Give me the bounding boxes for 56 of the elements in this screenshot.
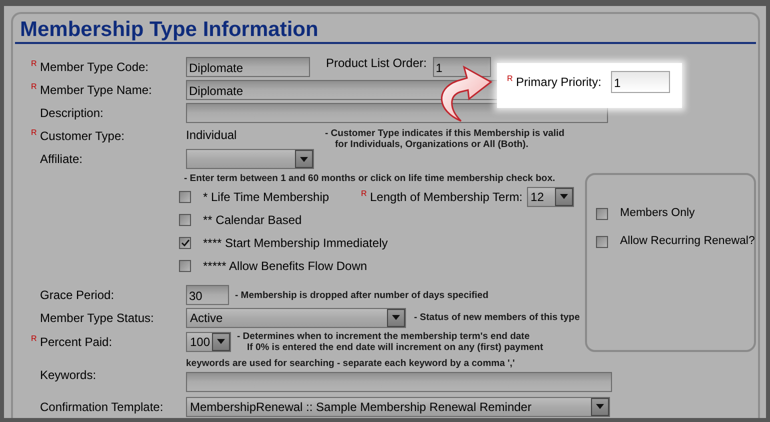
hint-text: - Membership is dropped after number of days specified [235, 290, 488, 300]
input-field[interactable]: Diplomate [186, 56, 310, 76]
required-mark: R [31, 82, 38, 90]
required-mark: R [31, 334, 38, 342]
dropdown-value: MembershipRenewal :: Sample Membership Renewal Reminder [190, 398, 532, 416]
checkbox[interactable] [179, 190, 191, 202]
required-mark: R [361, 190, 368, 198]
field-label: Keywords: [40, 368, 96, 382]
field-value: Individual [186, 127, 238, 144]
input-field[interactable]: 1 [432, 56, 491, 76]
checkbox-label: ***** Allow Benefits Flow Down [203, 258, 368, 274]
required-mark: R [31, 60, 38, 68]
checkbox-label: **** Start Membership Immediately [203, 234, 388, 252]
input-field[interactable]: 1 [611, 71, 670, 93]
field-label: Member Type Name: [40, 82, 152, 96]
checkbox[interactable] [179, 260, 191, 272]
dropdown[interactable]: 100 [186, 332, 231, 352]
section-title: Membership Type Information [20, 17, 320, 42]
dropdown[interactable]: 12 [526, 186, 574, 206]
hint-text: keywords are used for searching - separate each keyword by a comma ',' [186, 358, 516, 369]
dropdown[interactable]: MembershipRenewal :: Sample Membership Renewal Reminder [186, 396, 610, 416]
dropdown-value: Active [190, 310, 223, 326]
hint-text: - Status of new members of this type [414, 312, 580, 323]
field-label: Length of Membership Term: [370, 190, 523, 204]
checkbox[interactable] [179, 214, 191, 226]
hint-text: If 0% is entered the end date will increment on any (first) payment [246, 342, 544, 352]
input-field[interactable]: 30 [186, 285, 229, 305]
required-mark: R [507, 75, 514, 83]
hint-text: - Determines when to increment the membership term's end date [237, 330, 531, 342]
field-label: Primary Priority: [516, 75, 602, 89]
input-field[interactable] [186, 103, 608, 123]
checkbox[interactable] [596, 208, 608, 220]
required-mark: R [31, 129, 38, 137]
field-label: Member Type Code: [40, 60, 148, 74]
field-label: Confirmation Template: [40, 400, 164, 414]
field-label: Product List Order: [326, 54, 427, 72]
input-field[interactable] [186, 372, 612, 392]
checkbox[interactable] [179, 236, 191, 248]
field-label: Percent Paid: [40, 334, 112, 348]
checkbox[interactable] [596, 236, 608, 248]
field-label: Member Type Status: [40, 310, 154, 324]
dropdown-value: 100 [190, 334, 210, 350]
checkbox-label: ** Calendar Based [203, 212, 302, 228]
checkbox-label: Members Only [620, 206, 695, 221]
checkbox-label: Allow Recurring Renewal? [620, 234, 755, 250]
field-label: Description: [40, 106, 104, 120]
dropdown[interactable]: Active [186, 308, 406, 328]
field-label: Affiliate: [40, 152, 82, 166]
field-label: Grace Period: [40, 288, 114, 302]
dropdown-value: 12 [530, 188, 544, 206]
hint-text: for Individuals, Organizations or All (Both). [334, 139, 530, 150]
hint-text: - Customer Type indicates if this Membership is valid [325, 128, 564, 139]
field-label: Customer Type: [40, 129, 124, 143]
dropdown[interactable] [186, 149, 314, 169]
hint-text: - Enter term between 1 and 60 months or click on life time membership check box. [184, 172, 556, 184]
checkbox-label: * Life Time Membership [203, 188, 330, 206]
